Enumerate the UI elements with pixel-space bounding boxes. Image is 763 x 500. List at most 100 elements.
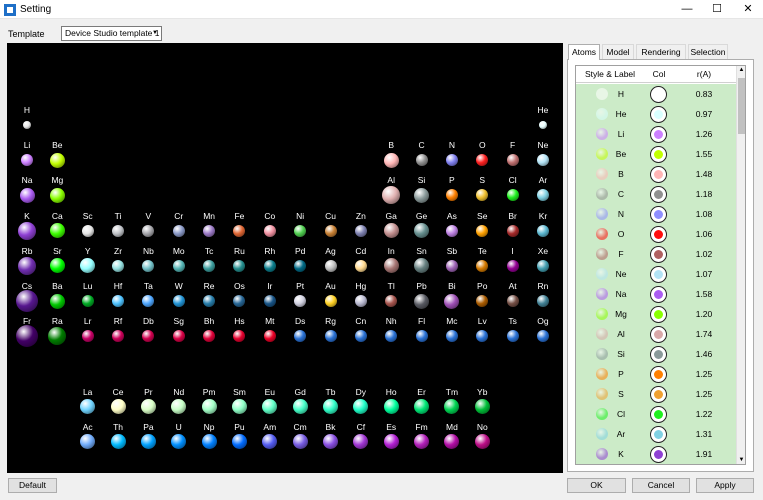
element-c[interactable]: C	[410, 140, 434, 174]
element-kr[interactable]: Kr	[531, 211, 555, 245]
element-f[interactable]: F	[501, 140, 525, 174]
element-rg[interactable]: Rg	[319, 316, 343, 350]
element-cl[interactable]: Cl	[501, 175, 525, 209]
element-th[interactable]: Th	[106, 422, 130, 456]
atom-row-f[interactable]: F 1.02	[576, 244, 736, 264]
atom-row-mg[interactable]: Mg 1.20	[576, 304, 736, 324]
color-picker-button[interactable]	[650, 306, 667, 323]
element-tm[interactable]: Tm	[440, 387, 464, 421]
color-picker-button[interactable]	[650, 126, 667, 143]
element-ds[interactable]: Ds	[288, 316, 312, 350]
color-picker-button[interactable]	[650, 206, 667, 223]
tab-model[interactable]: Model	[602, 44, 634, 59]
element-po[interactable]: Po	[470, 281, 494, 315]
element-cf[interactable]: Cf	[349, 422, 373, 456]
element-ho[interactable]: Ho	[379, 387, 403, 421]
vertical-scrollbar[interactable]: ▲ ▼	[736, 66, 745, 464]
element-pu[interactable]: Pu	[227, 422, 251, 456]
color-picker-button[interactable]	[650, 186, 667, 203]
radius-value[interactable]: 1.08	[684, 209, 724, 219]
atom-row-be[interactable]: Be 1.55	[576, 144, 736, 164]
element-si[interactable]: Si	[410, 175, 434, 209]
element-es[interactable]: Es	[379, 422, 403, 456]
element-s[interactable]: S	[470, 175, 494, 209]
close-button[interactable]: ✕	[733, 0, 763, 19]
element-ge[interactable]: Ge	[410, 211, 434, 245]
atom-row-al[interactable]: Al 1.74	[576, 324, 736, 344]
element-md[interactable]: Md	[440, 422, 464, 456]
radius-value[interactable]: 1.91	[684, 449, 724, 459]
color-picker-button[interactable]	[650, 86, 667, 103]
radius-value[interactable]: 1.26	[684, 129, 724, 139]
element-la[interactable]: La	[76, 387, 100, 421]
tab-atoms[interactable]: Atoms	[568, 44, 600, 60]
element-og[interactable]: Og	[531, 316, 555, 350]
color-picker-button[interactable]	[650, 226, 667, 243]
atom-row-o[interactable]: O 1.06	[576, 224, 736, 244]
element-ta[interactable]: Ta	[136, 281, 160, 315]
atom-row-ne[interactable]: Ne 1.07	[576, 264, 736, 284]
element-al[interactable]: Al	[379, 175, 403, 209]
element-pb[interactable]: Pb	[410, 281, 434, 315]
element-as[interactable]: As	[440, 211, 464, 245]
element-be[interactable]: Be	[45, 140, 69, 174]
element-mo[interactable]: Mo	[167, 246, 191, 280]
radius-value[interactable]: 1.07	[684, 269, 724, 279]
color-picker-button[interactable]	[650, 266, 667, 283]
color-picker-button[interactable]	[650, 166, 667, 183]
element-cd[interactable]: Cd	[349, 246, 373, 280]
element-ra[interactable]: Ra	[45, 316, 69, 350]
element-rn[interactable]: Rn	[531, 281, 555, 315]
element-ru[interactable]: Ru	[227, 246, 251, 280]
radius-value[interactable]: 1.06	[684, 229, 724, 239]
atom-row-s[interactable]: S 1.25	[576, 384, 736, 404]
atom-row-na[interactable]: Na 1.58	[576, 284, 736, 304]
element-b[interactable]: B	[379, 140, 403, 174]
radius-value[interactable]: 1.48	[684, 169, 724, 179]
element-sc[interactable]: Sc	[76, 211, 100, 245]
element-w[interactable]: W	[167, 281, 191, 315]
element-tb[interactable]: Tb	[319, 387, 343, 421]
radius-value[interactable]: 1.18	[684, 189, 724, 199]
element-cn[interactable]: Cn	[349, 316, 373, 350]
element-pr[interactable]: Pr	[136, 387, 160, 421]
color-picker-button[interactable]	[650, 146, 667, 163]
minimize-button[interactable]: —	[672, 0, 702, 19]
element-at[interactable]: At	[501, 281, 525, 315]
tab-rendering[interactable]: Rendering	[636, 44, 686, 59]
element-np[interactable]: Np	[197, 422, 221, 456]
element-ni[interactable]: Ni	[288, 211, 312, 245]
element-pm[interactable]: Pm	[197, 387, 221, 421]
color-picker-button[interactable]	[650, 246, 667, 263]
element-zr[interactable]: Zr	[106, 246, 130, 280]
element-rb[interactable]: Rb	[15, 246, 39, 280]
element-lr[interactable]: Lr	[76, 316, 100, 350]
element-cm[interactable]: Cm	[288, 422, 312, 456]
color-picker-button[interactable]	[650, 326, 667, 343]
tab-selection[interactable]: Selection	[688, 44, 728, 59]
element-ca[interactable]: Ca	[45, 211, 69, 245]
element-fr[interactable]: Fr	[15, 316, 39, 350]
element-y[interactable]: Y	[76, 246, 100, 280]
atom-row-n[interactable]: N 1.08	[576, 204, 736, 224]
element-ac[interactable]: Ac	[76, 422, 100, 456]
atom-row-ar[interactable]: Ar 1.31	[576, 424, 736, 444]
element-br[interactable]: Br	[501, 211, 525, 245]
element-gd[interactable]: Gd	[288, 387, 312, 421]
color-picker-button[interactable]	[650, 346, 667, 363]
radius-value[interactable]: 0.97	[684, 109, 724, 119]
atom-row-cl[interactable]: Cl 1.22	[576, 404, 736, 424]
element-se[interactable]: Se	[470, 211, 494, 245]
element-te[interactable]: Te	[470, 246, 494, 280]
radius-value[interactable]: 1.46	[684, 349, 724, 359]
element-mn[interactable]: Mn	[197, 211, 221, 245]
element-li[interactable]: Li	[15, 140, 39, 174]
radius-value[interactable]: 1.31	[684, 429, 724, 439]
element-tl[interactable]: Tl	[379, 281, 403, 315]
element-am[interactable]: Am	[258, 422, 282, 456]
element-sr[interactable]: Sr	[45, 246, 69, 280]
maximize-button[interactable]: ☐	[702, 0, 732, 19]
color-picker-button[interactable]	[650, 386, 667, 403]
ok-button[interactable]: OK	[567, 478, 626, 493]
element-bk[interactable]: Bk	[319, 422, 343, 456]
